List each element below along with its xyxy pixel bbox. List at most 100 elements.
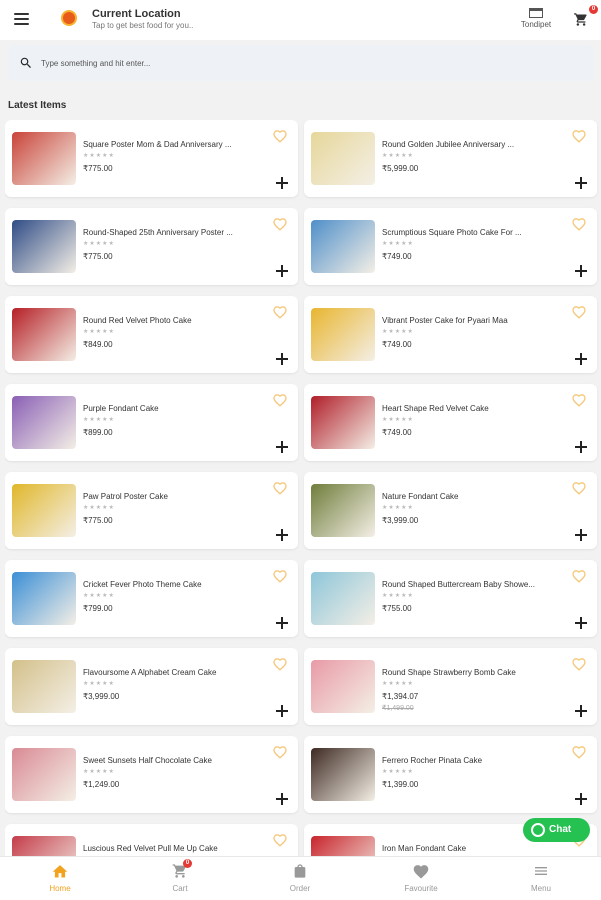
brand-logo bbox=[61, 10, 77, 26]
nav-home[interactable]: Home bbox=[30, 863, 90, 893]
product-image[interactable] bbox=[12, 660, 76, 713]
add-to-cart-plus-icon[interactable] bbox=[276, 353, 288, 365]
hamburger-menu-icon[interactable] bbox=[14, 13, 29, 25]
product-name[interactable]: Scrumptious Square Photo Cake For ... bbox=[382, 228, 562, 237]
product-name[interactable]: Flavoursome A Alphabet Cream Cake bbox=[83, 668, 263, 677]
product-name[interactable]: Paw Patrol Poster Cake bbox=[83, 492, 263, 501]
add-to-cart-plus-icon[interactable] bbox=[575, 353, 587, 365]
favourite-heart-icon[interactable] bbox=[272, 480, 288, 496]
favourite-heart-icon[interactable] bbox=[272, 304, 288, 320]
product-name[interactable]: Ferrero Rocher Pinata Cake bbox=[382, 756, 562, 765]
product-rating-stars: ★★★★★ bbox=[83, 329, 115, 335]
product-card[interactable]: Luscious Red Velvet Pull Me Up Cake★★★★★ bbox=[5, 824, 298, 860]
product-image[interactable] bbox=[311, 308, 375, 361]
favourite-heart-icon[interactable] bbox=[571, 392, 587, 408]
product-image[interactable] bbox=[12, 396, 76, 449]
add-to-cart-plus-icon[interactable] bbox=[276, 441, 288, 453]
product-image[interactable] bbox=[12, 572, 76, 625]
add-to-cart-plus-icon[interactable] bbox=[575, 793, 587, 805]
product-image[interactable] bbox=[311, 220, 375, 273]
add-to-cart-plus-icon[interactable] bbox=[276, 793, 288, 805]
add-to-cart-plus-icon[interactable] bbox=[575, 177, 587, 189]
product-rating-stars: ★★★★★ bbox=[83, 153, 115, 159]
store-selector[interactable]: Tondipet bbox=[516, 8, 556, 29]
product-card[interactable]: Scrumptious Square Photo Cake For ... ★★★… bbox=[304, 208, 597, 285]
product-image[interactable] bbox=[311, 572, 375, 625]
favourite-heart-icon[interactable] bbox=[272, 568, 288, 584]
product-image[interactable] bbox=[12, 220, 76, 273]
product-card[interactable]: Round Red Velvet Photo Cake ★★★★★ ₹849.00 bbox=[5, 296, 298, 373]
product-name[interactable]: Luscious Red Velvet Pull Me Up Cake bbox=[83, 844, 263, 853]
product-image[interactable] bbox=[12, 484, 76, 537]
add-to-cart-plus-icon[interactable] bbox=[575, 705, 587, 717]
favourite-heart-icon[interactable] bbox=[272, 392, 288, 408]
favourite-heart-icon[interactable] bbox=[272, 128, 288, 144]
product-card[interactable]: Cricket Fever Photo Theme Cake ★★★★★ ₹799.… bbox=[5, 560, 298, 637]
product-card[interactable]: Flavoursome A Alphabet Cream Cake ★★★★★ ₹3… bbox=[5, 648, 298, 725]
add-to-cart-plus-icon[interactable] bbox=[276, 705, 288, 717]
search-input[interactable] bbox=[41, 55, 561, 71]
product-card[interactable]: Vibrant Poster Cake for Pyaari Maa ★★★★★ ₹… bbox=[304, 296, 597, 373]
search-bar[interactable] bbox=[8, 45, 594, 81]
product-image[interactable] bbox=[311, 748, 375, 801]
product-card[interactable]: Round Shaped Buttercream Baby Showe... ★★… bbox=[304, 560, 597, 637]
nav-order[interactable]: Order bbox=[270, 863, 330, 893]
product-image[interactable] bbox=[12, 132, 76, 185]
add-to-cart-plus-icon[interactable] bbox=[575, 529, 587, 541]
product-name[interactable]: Iron Man Fondant Cake bbox=[382, 844, 562, 853]
product-name[interactable]: Square Poster Mom & Dad Anniversary ... bbox=[83, 140, 263, 149]
add-to-cart-plus-icon[interactable] bbox=[276, 529, 288, 541]
product-card[interactable]: Round-Shaped 25th Anniversary Poster ...… bbox=[5, 208, 298, 285]
favourite-heart-icon[interactable] bbox=[571, 304, 587, 320]
product-card[interactable]: Purple Fondant Cake ★★★★★ ₹899.00 bbox=[5, 384, 298, 461]
add-to-cart-plus-icon[interactable] bbox=[276, 177, 288, 189]
add-to-cart-plus-icon[interactable] bbox=[276, 265, 288, 277]
product-name[interactable]: Round Shaped Buttercream Baby Showe... bbox=[382, 580, 562, 589]
favourite-heart-icon[interactable] bbox=[272, 656, 288, 672]
product-card[interactable]: Nature Fondant Cake ★★★★★ ₹3,999.00 bbox=[304, 472, 597, 549]
nav-menu[interactable]: Menu bbox=[511, 863, 571, 893]
favourite-heart-icon[interactable] bbox=[571, 568, 587, 584]
favourite-heart-icon[interactable] bbox=[272, 744, 288, 760]
product-image[interactable] bbox=[12, 308, 76, 361]
product-image[interactable] bbox=[311, 660, 375, 713]
product-card[interactable]: Square Poster Mom & Dad Anniversary ... ★… bbox=[5, 120, 298, 197]
favourite-heart-icon[interactable] bbox=[272, 216, 288, 232]
favourite-heart-icon[interactable] bbox=[571, 480, 587, 496]
favourite-heart-icon[interactable] bbox=[571, 744, 587, 760]
product-name[interactable]: Vibrant Poster Cake for Pyaari Maa bbox=[382, 316, 562, 325]
add-to-cart-plus-icon[interactable] bbox=[575, 441, 587, 453]
product-name[interactable]: Sweet Sunsets Half Chocolate Cake bbox=[83, 756, 263, 765]
product-image[interactable] bbox=[311, 396, 375, 449]
product-card[interactable]: Sweet Sunsets Half Chocolate Cake ★★★★★ ₹1… bbox=[5, 736, 298, 813]
favourite-heart-icon[interactable] bbox=[272, 832, 288, 848]
product-name[interactable]: Heart Shape Red Velvet Cake bbox=[382, 404, 562, 413]
product-name[interactable]: Round Shape Strawberry Bomb Cake bbox=[382, 668, 562, 677]
add-to-cart-plus-icon[interactable] bbox=[575, 617, 587, 629]
whatsapp-chat-button[interactable]: Chat bbox=[523, 818, 590, 842]
add-to-cart-plus-icon[interactable] bbox=[575, 265, 587, 277]
favourite-heart-icon[interactable] bbox=[571, 216, 587, 232]
product-name[interactable]: Nature Fondant Cake bbox=[382, 492, 562, 501]
product-image[interactable] bbox=[12, 748, 76, 801]
product-card[interactable]: Paw Patrol Poster Cake ★★★★★ ₹775.00 bbox=[5, 472, 298, 549]
product-card[interactable]: Round Golden Jubilee Anniversary ... ★★★★… bbox=[304, 120, 597, 197]
product-image[interactable] bbox=[311, 484, 375, 537]
location-title[interactable]: Current Location bbox=[92, 8, 181, 20]
product-name[interactable]: Cricket Fever Photo Theme Cake bbox=[83, 580, 263, 589]
favourite-heart-icon[interactable] bbox=[571, 128, 587, 144]
add-to-cart-plus-icon[interactable] bbox=[276, 617, 288, 629]
product-image[interactable] bbox=[311, 132, 375, 185]
product-name[interactable]: Round Red Velvet Photo Cake bbox=[83, 316, 263, 325]
location-subtitle[interactable]: Tap to get best food for you.. bbox=[92, 21, 193, 30]
nav-cart[interactable]: 0 Cart bbox=[150, 859, 210, 893]
header-cart-button[interactable]: 0 bbox=[573, 5, 598, 28]
nav-favourite[interactable]: Favourite bbox=[391, 863, 451, 893]
product-card[interactable]: Ferrero Rocher Pinata Cake ★★★★★ ₹1,399.00 bbox=[304, 736, 597, 813]
product-card[interactable]: Heart Shape Red Velvet Cake ★★★★★ ₹749.00 bbox=[304, 384, 597, 461]
favourite-heart-icon[interactable] bbox=[571, 656, 587, 672]
product-card[interactable]: Round Shape Strawberry Bomb Cake ★★★★★ ₹1,… bbox=[304, 648, 597, 725]
product-name[interactable]: Round-Shaped 25th Anniversary Poster ... bbox=[83, 228, 263, 237]
product-name[interactable]: Purple Fondant Cake bbox=[83, 404, 263, 413]
product-name[interactable]: Round Golden Jubilee Anniversary ... bbox=[382, 140, 562, 149]
